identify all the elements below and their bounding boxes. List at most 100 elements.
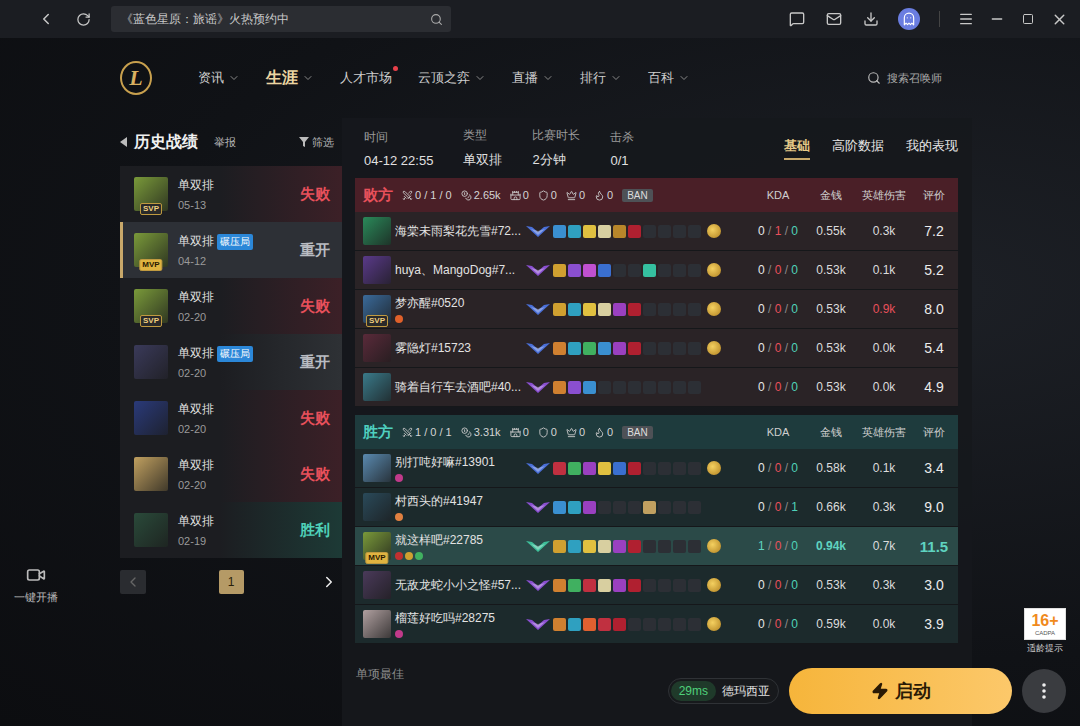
- more-button[interactable]: [1022, 669, 1066, 713]
- item-slot: [613, 501, 626, 514]
- player-row[interactable]: 雾隐灯#157230 / 0 / 00.53k0.0k5.4: [355, 329, 958, 368]
- detail-tab[interactable]: 基础: [784, 137, 810, 160]
- item-icon: [613, 618, 626, 631]
- item-slot: [688, 540, 701, 553]
- match-item[interactable]: 单双排02-19胜利: [120, 502, 342, 558]
- gold: 0.53k: [808, 341, 854, 355]
- damage: 0.3k: [858, 500, 910, 514]
- champion-portrait: [363, 373, 391, 401]
- start-button[interactable]: 启动: [789, 668, 1012, 714]
- nav-item[interactable]: 资讯: [198, 69, 240, 87]
- player-name[interactable]: 无敌龙蛇小小之怪#57...: [395, 577, 521, 594]
- summoner-search[interactable]: 搜索召唤师: [867, 71, 942, 86]
- detail-tab[interactable]: 我的表现: [906, 137, 958, 160]
- match-item[interactable]: SVP单双排02-20失败: [120, 278, 342, 334]
- match-item[interactable]: SVP单双排05-13失败: [120, 166, 342, 222]
- player-name-cell: 无敌龙蛇小小之怪#57...: [395, 577, 521, 594]
- collapse-icon[interactable]: [120, 137, 128, 147]
- player-name[interactable]: 骑着自行车去酒吧#40...: [395, 379, 521, 396]
- item-slot: [688, 462, 701, 475]
- search-icon: [867, 71, 881, 85]
- nav-item[interactable]: 人才市场: [340, 69, 392, 87]
- tower-icon: [510, 190, 521, 201]
- chat-button[interactable]: [783, 5, 811, 33]
- item-icon: [553, 342, 566, 355]
- mark-icon: [395, 630, 403, 638]
- mail-button[interactable]: [820, 5, 848, 33]
- player-row[interactable]: 骑着自行车去酒吧#40...0 / 0 / 00.53k0.0k4.9: [355, 368, 958, 407]
- match-tag: 碾压局: [217, 234, 253, 250]
- player-name[interactable]: 海棠未雨梨花先雪#72...: [395, 223, 521, 240]
- next-page-button[interactable]: [316, 570, 342, 594]
- user-avatar[interactable]: [898, 8, 920, 30]
- nav-item[interactable]: 直播: [512, 69, 554, 87]
- maximize-button[interactable]: [1017, 5, 1039, 33]
- player-name[interactable]: 村西头的#41947: [395, 493, 521, 510]
- team-stat: 3.31k: [461, 426, 501, 438]
- stream-button[interactable]: 一键开播: [12, 565, 60, 605]
- player-row[interactable]: 村西头的#419470 / 0 / 10.66k0.3k9.0: [355, 488, 958, 527]
- player-name[interactable]: 梦亦醒#0520: [395, 295, 521, 312]
- game-logo[interactable]: L: [120, 61, 152, 95]
- filter-button[interactable]: 筛选: [299, 135, 334, 150]
- item-icon: [643, 501, 656, 514]
- nav-item[interactable]: 云顶之弈: [418, 69, 486, 87]
- menu-button[interactable]: [955, 5, 977, 33]
- item-icon: [613, 462, 626, 475]
- nav-item[interactable]: 排行: [580, 69, 622, 87]
- prev-page-button[interactable]: [120, 570, 146, 594]
- player-row[interactable]: 别打吨好嘛#139010 / 0 / 00.58k0.1k3.4: [355, 449, 958, 488]
- item-icon: [628, 225, 641, 238]
- item-icon: [583, 303, 596, 316]
- divider: [939, 11, 940, 27]
- player-marks: [395, 630, 521, 638]
- match-item[interactable]: 单双排碾压局02-20重开: [120, 334, 342, 390]
- close-button[interactable]: [1048, 5, 1070, 33]
- nav-item[interactable]: 生涯: [266, 68, 314, 89]
- rating: 9.0: [914, 499, 954, 515]
- page-number[interactable]: 1: [219, 570, 244, 594]
- player-row[interactable]: huya、MangoDog#7...0 / 0 / 00.53k0.1k5.2: [355, 251, 958, 290]
- top-search[interactable]: 《蓝色星原：旅谣》火热预约中: [111, 6, 451, 32]
- player-name[interactable]: huya、MangoDog#7...: [395, 262, 521, 279]
- player-row[interactable]: 无敌龙蛇小小之怪#57...0 / 0 / 00.53k0.3k3.0: [355, 566, 958, 605]
- item-icon: [583, 381, 596, 394]
- detail-tab[interactable]: 高阶数据: [832, 137, 884, 160]
- item-slot: [658, 618, 671, 631]
- match-item[interactable]: MVP单双排碾压局04-12重开: [120, 222, 342, 278]
- refresh-button[interactable]: [69, 5, 97, 33]
- match-mode: 单双排: [178, 289, 214, 306]
- player-row[interactable]: 榴莲好吃吗#282750 / 0 / 00.59k0.0k3.9: [355, 605, 958, 644]
- player-row[interactable]: SVP梦亦醒#05200 / 0 / 00.53k0.9k8.0: [355, 290, 958, 329]
- top-bar: 《蓝色星原：旅谣》火热预约中: [0, 0, 1080, 38]
- player-row[interactable]: MVP就这样吧#227851 / 0 / 00.94k0.7k11.5: [355, 527, 958, 566]
- match-item[interactable]: 单双排02-20失败: [120, 390, 342, 446]
- team-stat: 0: [538, 189, 557, 201]
- minimize-button[interactable]: [986, 5, 1008, 33]
- nav-item[interactable]: 百科: [648, 69, 690, 87]
- champion-portrait: [363, 256, 391, 284]
- match-mode: 单双排: [178, 177, 214, 194]
- item-icon: [583, 501, 596, 514]
- download-button[interactable]: [857, 5, 885, 33]
- server-name: 德玛西亚: [722, 683, 770, 700]
- caret-icon: [302, 72, 314, 84]
- player-row[interactable]: 海棠未雨梨花先雪#72...0 / 1 / 00.55k0.3k7.2: [355, 212, 958, 251]
- item-icon: [628, 462, 641, 475]
- player-name[interactable]: 榴莲好吃吗#28275: [395, 610, 521, 627]
- match-badge: MVP: [139, 259, 162, 271]
- player-marks: [395, 474, 521, 482]
- server-status[interactable]: 29ms德玛西亚: [668, 678, 779, 704]
- match-item[interactable]: 单双排02-20失败: [120, 446, 342, 502]
- trinket-icon: [707, 341, 721, 355]
- back-button[interactable]: [32, 5, 60, 33]
- player-name[interactable]: 别打吨好嘛#13901: [395, 454, 521, 471]
- player-name[interactable]: 就这样吧#22785: [395, 532, 521, 549]
- item-slot: [613, 381, 626, 394]
- report-link[interactable]: 举报: [214, 135, 236, 150]
- ban-badge[interactable]: BAN: [622, 426, 653, 439]
- ban-badge[interactable]: BAN: [622, 189, 653, 202]
- item-slot: [673, 303, 686, 316]
- player-name[interactable]: 雾隐灯#15723: [395, 340, 521, 357]
- item-slot: [688, 381, 701, 394]
